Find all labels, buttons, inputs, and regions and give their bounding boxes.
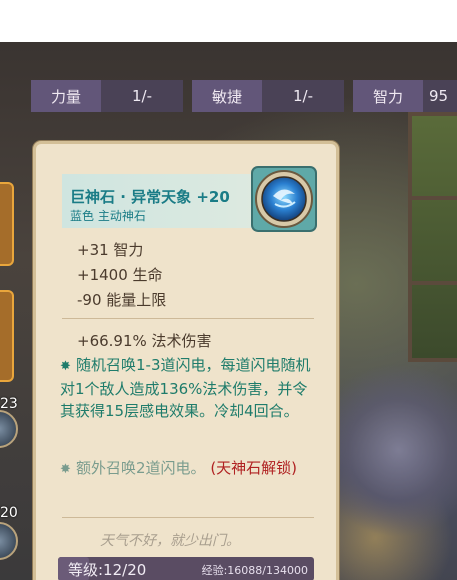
- item-name: 巨神石 · 异常天象 +20: [70, 188, 230, 206]
- base-stat-hp: +1400 生命: [77, 266, 163, 284]
- star-icon: ✸: [60, 359, 71, 374]
- stat-intelligence: 智力 95: [353, 80, 457, 112]
- level-text: 等级:12/20: [68, 561, 147, 579]
- stat-agility-label: 敏捷: [192, 80, 262, 112]
- exp-text: 经验:16088/134000: [201, 564, 308, 577]
- stat-strength-label: 力量: [31, 80, 101, 112]
- item-tooltip-card: 巨神石 · 异常天象 +20 蓝色 主动神石 +31 智力 +1400 生命 -…: [33, 141, 339, 580]
- stat-intelligence-value: 95: [429, 87, 449, 105]
- item-subtitle: 蓝色 主动神石: [70, 209, 146, 223]
- magic-damage-stat: +66.91% 法术伤害: [77, 332, 212, 350]
- effect-main: ✸ 随机召唤1-3道闪电，每道闪电随机对1个敌人造成136%法术伤害，并令其获得1…: [60, 354, 322, 422]
- divider-1: [62, 318, 314, 319]
- left-slot-2[interactable]: [0, 290, 14, 382]
- stat-strength: 力量 1/-: [31, 80, 183, 112]
- base-stat-energy: -90 能量上限: [77, 291, 167, 309]
- background-window: [408, 112, 457, 362]
- background-decor: [340, 362, 457, 580]
- level-bar: 等级:12/20 经验:16088/134000: [58, 557, 314, 580]
- blue-lightning-gem-icon: [251, 166, 317, 232]
- divider-2: [62, 517, 314, 518]
- base-stat-int: +31 智力: [77, 241, 144, 259]
- flavor-text: 天气不好，就少出门。: [100, 533, 240, 549]
- effect-extra-text: 额外召唤2道闪电。: [76, 459, 206, 477]
- stat-agility-value: 1/-: [292, 87, 313, 105]
- stat-agility: 敏捷 1/-: [192, 80, 344, 112]
- left-avatar-1-number: 23: [0, 396, 18, 412]
- left-slot-1[interactable]: [0, 182, 14, 266]
- left-avatar-2-number: 20: [0, 505, 18, 521]
- stat-intelligence-label: 智力: [353, 80, 423, 112]
- effect-extra: ✸ 额外召唤2道闪电。 (天神石解锁): [60, 457, 322, 481]
- stat-strength-value: 1/-: [131, 87, 152, 105]
- star-icon: ✸: [60, 462, 71, 477]
- effect-extra-lock: (天神石解锁): [210, 459, 298, 477]
- effect-main-text: 随机召唤1-3道闪电，每道闪电随机对1个敌人造成136%法术伤害，并令其获得15…: [60, 356, 311, 420]
- top-strip: [0, 0, 457, 42]
